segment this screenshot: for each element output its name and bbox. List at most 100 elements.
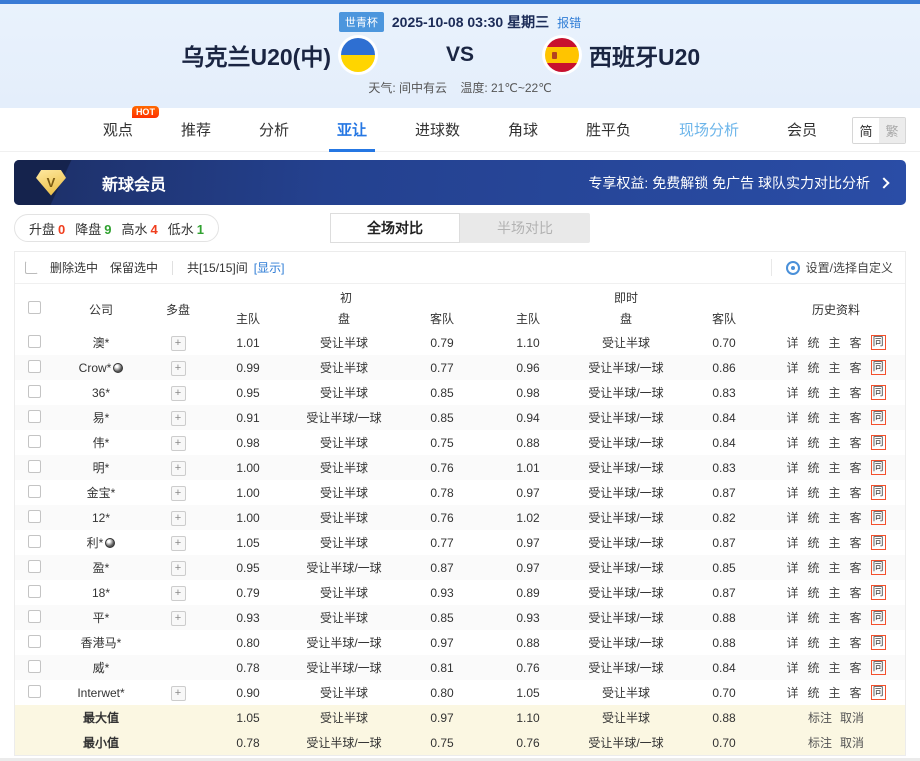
delete-selected-button[interactable]: 删除选中 xyxy=(50,259,98,276)
history-link-详[interactable]: 详 xyxy=(787,634,799,651)
history-same-link[interactable]: 同 xyxy=(871,510,886,525)
row-checkbox[interactable] xyxy=(28,510,41,523)
summary-action-取消[interactable]: 取消 xyxy=(840,711,864,725)
nav-tab-观点[interactable]: 观点HOT xyxy=(101,108,135,151)
history-link-主[interactable]: 主 xyxy=(829,559,841,576)
row-checkbox[interactable] xyxy=(28,660,41,673)
history-link-主[interactable]: 主 xyxy=(829,509,841,526)
show-link[interactable]: [显示] xyxy=(254,259,285,276)
history-link-主[interactable]: 主 xyxy=(829,584,841,601)
history-link-客[interactable]: 客 xyxy=(850,559,862,576)
history-link-详[interactable]: 详 xyxy=(787,409,799,426)
history-link-统[interactable]: 统 xyxy=(808,584,820,601)
history-link-详[interactable]: 详 xyxy=(787,684,799,701)
history-link-详[interactable]: 详 xyxy=(787,559,799,576)
expand-multi-odds-button[interactable]: + xyxy=(171,686,186,701)
lang-simplified-button[interactable]: 简 xyxy=(853,118,879,143)
history-link-客[interactable]: 客 xyxy=(850,384,862,401)
row-checkbox[interactable] xyxy=(28,535,41,548)
history-link-客[interactable]: 客 xyxy=(850,359,862,376)
history-link-客[interactable]: 客 xyxy=(850,459,862,476)
expand-multi-odds-button[interactable]: + xyxy=(171,336,186,351)
history-same-link[interactable]: 同 xyxy=(871,335,886,350)
history-link-统[interactable]: 统 xyxy=(808,484,820,501)
history-link-主[interactable]: 主 xyxy=(829,659,841,676)
expand-multi-odds-button[interactable]: + xyxy=(171,586,186,601)
history-same-link[interactable]: 同 xyxy=(871,535,886,550)
history-link-统[interactable]: 统 xyxy=(808,559,820,576)
nav-tab-进球数[interactable]: 进球数 xyxy=(413,108,462,151)
history-link-主[interactable]: 主 xyxy=(829,434,841,451)
row-checkbox[interactable] xyxy=(28,485,41,498)
vip-banner[interactable]: V 新球会员 专享权益: 免费解锁 免广告 球队实力对比分析 xyxy=(14,160,906,205)
expand-multi-odds-button[interactable]: + xyxy=(171,611,186,626)
row-checkbox[interactable] xyxy=(28,435,41,448)
history-link-统[interactable]: 统 xyxy=(808,634,820,651)
history-link-详[interactable]: 详 xyxy=(787,484,799,501)
row-checkbox[interactable] xyxy=(28,635,41,648)
history-link-客[interactable]: 客 xyxy=(850,509,862,526)
expand-multi-odds-button[interactable]: + xyxy=(171,436,186,451)
tab-half-match[interactable]: 半场对比 xyxy=(460,213,590,243)
history-same-link[interactable]: 同 xyxy=(871,685,886,700)
history-link-详[interactable]: 详 xyxy=(787,659,799,676)
history-link-详[interactable]: 详 xyxy=(787,609,799,626)
expand-multi-odds-button[interactable]: + xyxy=(171,536,186,551)
expand-multi-odds-button[interactable]: + xyxy=(171,361,186,376)
history-link-详[interactable]: 详 xyxy=(787,334,799,351)
history-link-统[interactable]: 统 xyxy=(808,509,820,526)
history-link-统[interactable]: 统 xyxy=(808,684,820,701)
row-checkbox[interactable] xyxy=(28,685,41,698)
history-same-link[interactable]: 同 xyxy=(871,635,886,650)
history-link-统[interactable]: 统 xyxy=(808,459,820,476)
history-same-link[interactable]: 同 xyxy=(871,560,886,575)
expand-multi-odds-button[interactable]: + xyxy=(171,461,186,476)
history-link-主[interactable]: 主 xyxy=(829,384,841,401)
history-link-详[interactable]: 详 xyxy=(787,384,799,401)
history-link-主[interactable]: 主 xyxy=(829,334,841,351)
history-link-客[interactable]: 客 xyxy=(850,434,862,451)
history-link-客[interactable]: 客 xyxy=(850,609,862,626)
history-link-客[interactable]: 客 xyxy=(850,684,862,701)
history-link-详[interactable]: 详 xyxy=(787,584,799,601)
row-checkbox[interactable] xyxy=(28,360,41,373)
nav-tab-现场分析[interactable]: 现场分析 xyxy=(677,108,741,151)
tab-full-match[interactable]: 全场对比 xyxy=(330,213,460,243)
expand-multi-odds-button[interactable]: + xyxy=(171,386,186,401)
nav-tab-会员[interactable]: 会员 xyxy=(785,108,819,151)
history-link-详[interactable]: 详 xyxy=(787,509,799,526)
summary-action-标注[interactable]: 标注 xyxy=(808,711,832,725)
history-link-主[interactable]: 主 xyxy=(829,534,841,551)
summary-action-标注[interactable]: 标注 xyxy=(808,736,832,750)
history-same-link[interactable]: 同 xyxy=(871,585,886,600)
nav-tab-亚让[interactable]: 亚让 xyxy=(335,108,369,151)
summary-action-取消[interactable]: 取消 xyxy=(840,736,864,750)
expand-multi-odds-button[interactable]: + xyxy=(171,511,186,526)
history-link-主[interactable]: 主 xyxy=(829,609,841,626)
history-link-统[interactable]: 统 xyxy=(808,609,820,626)
history-same-link[interactable]: 同 xyxy=(871,460,886,475)
expand-multi-odds-button[interactable]: + xyxy=(171,486,186,501)
history-link-统[interactable]: 统 xyxy=(808,434,820,451)
expand-multi-odds-button[interactable]: + xyxy=(171,411,186,426)
history-link-客[interactable]: 客 xyxy=(850,534,862,551)
settings-button[interactable]: 设置/选择自定义 xyxy=(771,259,893,276)
lang-traditional-button[interactable]: 繁 xyxy=(879,118,905,143)
history-link-详[interactable]: 详 xyxy=(787,459,799,476)
history-same-link[interactable]: 同 xyxy=(871,435,886,450)
report-error-link[interactable]: 报错 xyxy=(557,14,581,31)
history-link-主[interactable]: 主 xyxy=(829,359,841,376)
history-same-link[interactable]: 同 xyxy=(871,485,886,500)
history-link-主[interactable]: 主 xyxy=(829,684,841,701)
history-link-客[interactable]: 客 xyxy=(850,584,862,601)
history-link-详[interactable]: 详 xyxy=(787,434,799,451)
nav-tab-分析[interactable]: 分析 xyxy=(257,108,291,151)
history-link-统[interactable]: 统 xyxy=(808,359,820,376)
keep-selected-button[interactable]: 保留选中 xyxy=(110,259,158,276)
history-link-统[interactable]: 统 xyxy=(808,659,820,676)
row-checkbox[interactable] xyxy=(28,410,41,423)
history-same-link[interactable]: 同 xyxy=(871,610,886,625)
history-same-link[interactable]: 同 xyxy=(871,360,886,375)
history-link-详[interactable]: 详 xyxy=(787,534,799,551)
history-link-主[interactable]: 主 xyxy=(829,409,841,426)
